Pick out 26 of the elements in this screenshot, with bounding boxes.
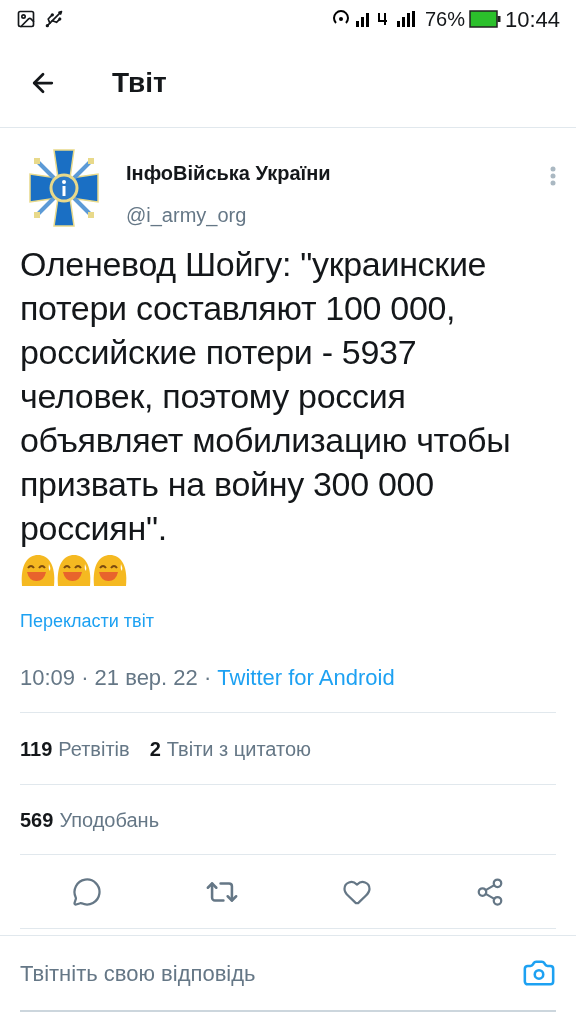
stat-count: 2 — [149, 736, 161, 762]
speech-bubble-icon — [71, 876, 102, 907]
more-icon — [550, 166, 556, 186]
clock: 10:44 — [504, 5, 560, 34]
source-link[interactable]: Twitter for Android — [217, 665, 395, 690]
signal-4g-icon — [376, 11, 417, 27]
tweet-text: Оленевод Шойгу: "украинские потери составляют 100 000, российские потери - 5937 человек, поэтому россия объявляет мобилизацию чтобы призвать на войну 300 000 россиян". — [20, 244, 512, 549]
reply-field[interactable]: Твітніть свою відповідь — [20, 956, 522, 990]
likes-label: Уподобань — [59, 807, 160, 833]
tweet-timestamp: 10:09 · 21 вер. 22 · — [20, 665, 213, 690]
laughing-face-icon — [92, 554, 128, 588]
reply-button[interactable] — [71, 876, 102, 907]
author-handle: @i_army_org — [126, 203, 248, 229]
battery-icon — [468, 10, 501, 28]
laughing-face-icon — [20, 554, 56, 588]
likes-count: 569 — [20, 807, 54, 833]
usb-icon — [44, 9, 64, 29]
stat-label: Ретвітів — [58, 736, 130, 762]
laughing-face-icon — [56, 554, 92, 588]
picture-icon — [16, 9, 36, 29]
stat-label: Твіти з цитатою — [166, 736, 312, 762]
battery-percent: 76% — [424, 7, 465, 32]
page-title: Твіт — [112, 65, 167, 100]
translate-link[interactable]: Перекласти твіт — [20, 608, 556, 635]
author-name[interactable]: ІнфоВійська України — [126, 158, 550, 188]
stat-count: 119 — [20, 736, 53, 762]
